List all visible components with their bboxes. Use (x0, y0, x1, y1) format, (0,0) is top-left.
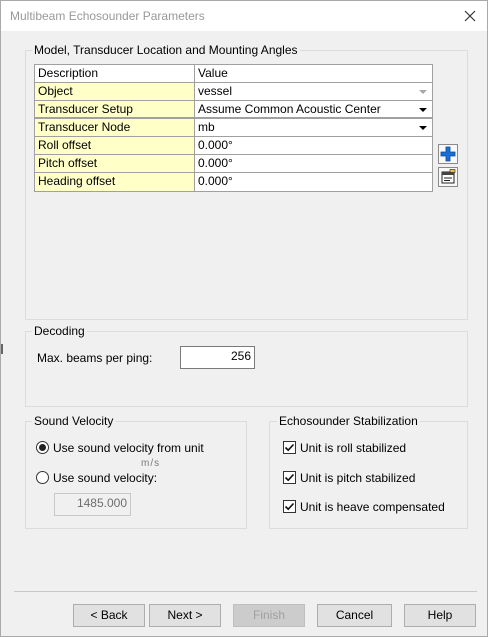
grid-header-row: Description Value (35, 65, 432, 83)
add-icon (440, 146, 456, 162)
sound-velocity-input[interactable]: 1485.000 (54, 493, 131, 516)
grid-row-label: Heading offset (35, 173, 195, 191)
grid-row-transducer-node[interactable]: Transducer Node mb (35, 119, 432, 137)
sound-velocity-fixed-label[interactable]: Use sound velocity: (53, 471, 157, 485)
chevron-down-icon[interactable] (416, 103, 430, 116)
grid-header-description: Description (35, 65, 195, 82)
grid-row-label: Roll offset (35, 137, 195, 154)
sound-velocity-fixed-radio[interactable] (36, 471, 49, 484)
roll-stabilized-checkbox[interactable] (283, 441, 296, 454)
roll-offset-field[interactable]: 0.000° (195, 137, 432, 154)
node-properties-button[interactable] (438, 167, 458, 187)
grid-row-pitch-offset[interactable]: Pitch offset 0.000° (35, 155, 432, 173)
sound-velocity-unit-label: m/s (141, 458, 161, 469)
pitch-offset-field[interactable]: 0.000° (195, 155, 432, 172)
grid-row-transducer-setup[interactable]: Transducer Setup Assume Common Acoustic … (35, 101, 432, 119)
chevron-down-icon[interactable] (416, 85, 430, 98)
heave-compensated-label[interactable]: Unit is heave compensated (300, 500, 445, 514)
transducer-node-select[interactable]: mb (195, 119, 432, 136)
checkmark-icon (284, 502, 295, 511)
help-button[interactable]: Help (404, 604, 476, 627)
add-node-button[interactable] (438, 144, 458, 164)
grid-row-object[interactable]: Object vessel (35, 83, 432, 101)
sound-velocity-from-unit-radio[interactable] (36, 441, 49, 454)
max-beams-input[interactable]: 256 (180, 346, 255, 369)
heave-compensated-checkbox[interactable] (283, 500, 296, 513)
grid-row-label: Object (35, 83, 195, 100)
pitch-stabilized-label[interactable]: Unit is pitch stabilized (300, 471, 415, 485)
object-select[interactable]: vessel (195, 83, 432, 100)
parameters-grid: Description Value Object vessel Transduc… (34, 64, 433, 192)
grid-header-value: Value (195, 65, 432, 82)
close-icon[interactable] (459, 5, 481, 27)
finish-button[interactable]: Finish (233, 604, 305, 627)
grid-row-roll-offset[interactable]: Roll offset 0.000° (35, 137, 432, 155)
next-button[interactable]: Next > (149, 604, 221, 627)
model-group-label: Model, Transducer Location and Mounting … (32, 43, 300, 57)
grid-row-label: Transducer Setup (35, 101, 195, 117)
heading-offset-field[interactable]: 0.000° (195, 173, 432, 191)
grid-row-label: Pitch offset (35, 155, 195, 172)
title-bar: Multibeam Echosounder Parameters (1, 1, 487, 31)
sound-velocity-from-unit-label[interactable]: Use sound velocity from unit (53, 441, 204, 455)
sound-velocity-group-label: Sound Velocity (32, 414, 116, 428)
roll-stabilized-label[interactable]: Unit is roll stabilized (300, 441, 406, 455)
pitch-stabilized-checkbox[interactable] (283, 471, 296, 484)
properties-icon (441, 169, 456, 184)
decoding-group (25, 331, 468, 407)
checkmark-icon (284, 473, 295, 482)
grid-row-heading-offset[interactable]: Heading offset 0.000° (35, 173, 432, 191)
cancel-button[interactable]: Cancel (317, 604, 392, 627)
stabilization-group-label: Echosounder Stabilization (277, 414, 420, 428)
grid-row-value: vessel (198, 84, 233, 98)
chevron-down-icon[interactable] (416, 121, 430, 134)
checkmark-icon (284, 443, 295, 452)
grid-row-value: Assume Common Acoustic Center (198, 102, 381, 116)
grid-row-value: mb (198, 120, 215, 134)
grid-row-label: Transducer Node (35, 119, 195, 136)
decoding-group-label: Decoding (32, 324, 87, 338)
footer-divider (14, 591, 477, 592)
back-button[interactable]: < Back (73, 604, 145, 627)
window-title: Multibeam Echosounder Parameters (10, 9, 205, 23)
max-beams-label: Max. beams per ping: (37, 351, 153, 365)
dialog-window: Multibeam Echosounder Parameters Model, … (0, 0, 488, 637)
transducer-setup-select[interactable]: Assume Common Acoustic Center (195, 101, 432, 117)
edge-marker (1, 344, 3, 354)
